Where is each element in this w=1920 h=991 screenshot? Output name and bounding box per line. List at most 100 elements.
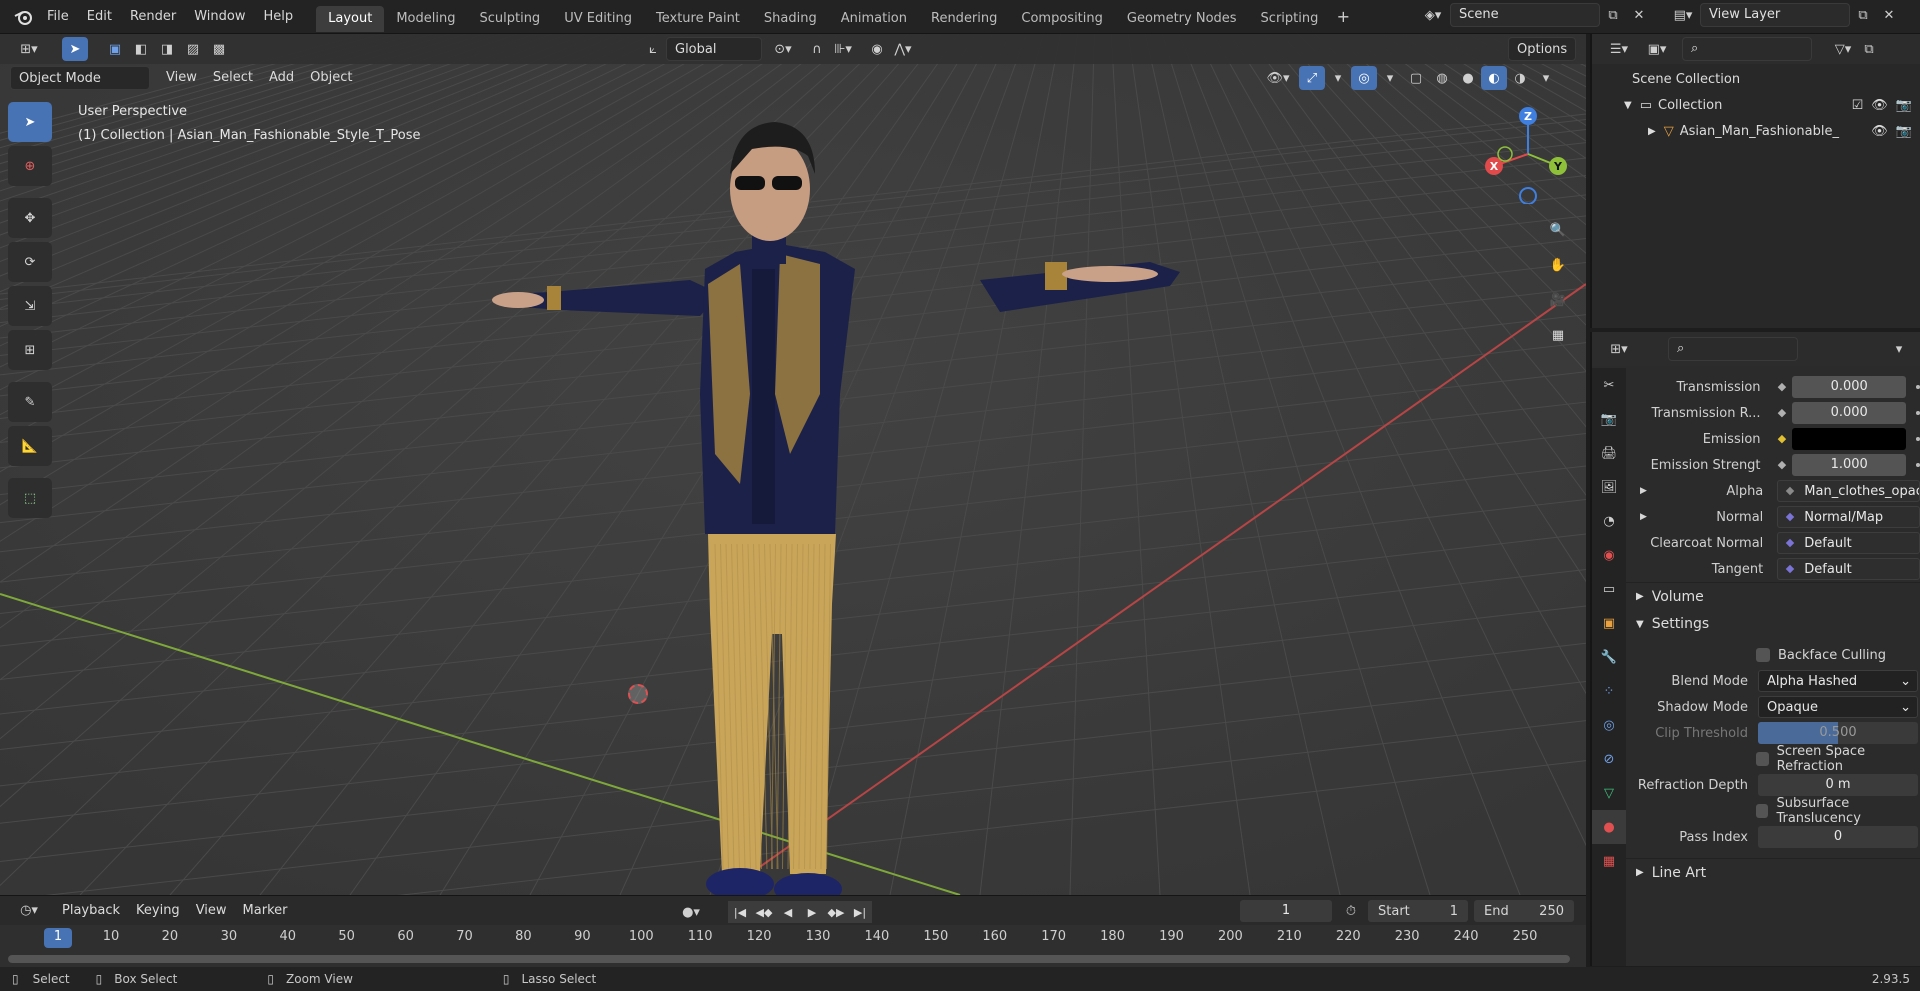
object-visibility-eye-icon[interactable]: 👁 <box>1871 124 1888 139</box>
pan-hand-icon[interactable]: ✋ <box>1542 249 1574 281</box>
ssr-checkbox[interactable] <box>1756 752 1769 766</box>
object-menu[interactable]: Object <box>302 66 360 90</box>
menu-window[interactable]: Window <box>185 0 254 34</box>
jump-end-icon[interactable]: ▶| <box>848 901 872 923</box>
keyframe-dot-icon[interactable] <box>1777 408 1786 418</box>
add-cube-tool-icon[interactable]: ⬚ <box>8 478 52 518</box>
section-settings[interactable]: ▼ Settings <box>1626 610 1920 638</box>
tab-animation[interactable]: Animation <box>829 6 919 32</box>
properties-search-field[interactable]: ⌕ <box>1668 337 1798 361</box>
shadow-mode-dropdown[interactable]: Opaque ⌄ <box>1758 696 1918 718</box>
outliner-collection[interactable]: ▼ ▭ Collection ☑ 👁 📷 <box>1592 92 1920 118</box>
normal-link-field[interactable]: Normal/Map <box>1777 506 1920 528</box>
tab-geometry-nodes[interactable]: Geometry Nodes <box>1115 6 1249 32</box>
cursor-tool-icon[interactable]: ⊕ <box>8 146 52 186</box>
alpha-link-field[interactable]: Man_clothes_opacit... <box>1777 480 1920 502</box>
scrollbar-thumb[interactable] <box>8 955 1570 963</box>
marker-menu[interactable]: Marker <box>235 899 296 923</box>
scene-tab-icon[interactable]: ◔ <box>1592 504 1626 538</box>
tab-modeling[interactable]: Modeling <box>384 6 467 32</box>
select-menu[interactable]: Select <box>205 66 261 90</box>
render-tab-icon[interactable]: 📷 <box>1592 402 1626 436</box>
scene-name-field[interactable]: Scene <box>1450 3 1600 27</box>
pivot-point-icon[interactable]: ⊙▾ <box>770 37 796 61</box>
ssr-row[interactable]: Screen Space Refraction <box>1626 744 1920 774</box>
material-shading-icon[interactable]: ◐ <box>1481 66 1507 90</box>
object-tab-icon[interactable]: ▣ <box>1592 606 1626 640</box>
solid-shading-icon[interactable]: ● <box>1455 66 1481 90</box>
emission-strength-field[interactable]: 1.000 <box>1792 454 1907 476</box>
tangent-field[interactable]: Default <box>1777 558 1920 580</box>
output-tab-icon[interactable]: 🖨 <box>1592 436 1626 470</box>
annotate-tool-icon[interactable]: ✎ <box>8 382 52 422</box>
backface-culling-row[interactable]: Backface Culling <box>1626 642 1920 668</box>
object-mode-dropdown[interactable]: Object Mode <box>10 66 150 90</box>
menu-edit[interactable]: Edit <box>78 0 121 34</box>
blender-logo-icon[interactable] <box>8 5 38 29</box>
material-tab-icon[interactable]: ● <box>1592 810 1626 844</box>
collection-tab-icon[interactable]: ▭ <box>1592 572 1626 606</box>
move-tool-icon[interactable]: ✥ <box>8 198 52 238</box>
visibility-icon[interactable]: 👁▾ <box>1265 66 1291 90</box>
view-layer-field[interactable]: View Layer <box>1700 3 1850 27</box>
measure-tool-icon[interactable]: 📐 <box>8 426 52 466</box>
physics-tab-icon[interactable]: ◎ <box>1592 708 1626 742</box>
stopwatch-icon[interactable]: ⏱ <box>1338 899 1364 923</box>
section-volume[interactable]: ▶ Volume <box>1626 582 1920 610</box>
play-reverse-icon[interactable]: ◀ <box>776 901 800 923</box>
texture-tab-icon[interactable]: ▦ <box>1592 844 1626 878</box>
data-tab-icon[interactable]: ▽ <box>1592 776 1626 810</box>
transmission-roughness-field[interactable]: 0.000 <box>1792 402 1907 424</box>
jump-start-icon[interactable]: |◀ <box>728 901 752 923</box>
add-workspace-icon[interactable]: + <box>1330 5 1356 29</box>
gizmo-toggle-icon[interactable]: ⤢ <box>1299 66 1325 90</box>
tab-uv-editing[interactable]: UV Editing <box>552 6 644 32</box>
properties-editor-icon[interactable]: ⊞▾ <box>1600 337 1638 361</box>
timeline-scrollbar[interactable] <box>8 955 1570 963</box>
snap-target-icon[interactable]: ⊪▾ <box>830 37 856 61</box>
snap-icon[interactable]: ∩ <box>804 37 830 61</box>
start-frame-field[interactable]: Start 1 <box>1368 900 1468 922</box>
3d-viewport[interactable]: ⊞▾ ➤ ▣ ◧ ◨ ▨ ▩ ⟀ Global ⊙▾ ∩ ⊪▾ ◉ ⋀▾ Opt… <box>0 34 1586 895</box>
outliner-search-field[interactable]: ⌕ <box>1682 37 1812 61</box>
emission-color-swatch[interactable] <box>1792 428 1907 450</box>
view-layer-icon[interactable]: ▤▾ <box>1670 3 1696 27</box>
select-invert-icon[interactable]: ▨ <box>180 37 206 61</box>
playback-menu[interactable]: Playback <box>54 899 128 923</box>
overlay-dropdown-icon[interactable]: ▾ <box>1377 66 1403 90</box>
add-menu[interactable]: Add <box>261 66 302 90</box>
clearcoat-normal-field[interactable]: Default <box>1777 532 1920 554</box>
end-frame-field[interactable]: End 250 <box>1474 900 1574 922</box>
expand-normal-icon[interactable]: ▶ <box>1640 512 1647 522</box>
timeline-view-menu[interactable]: View <box>188 899 235 923</box>
timeline-editor-icon[interactable]: ◷▾ <box>10 899 48 923</box>
shading-dropdown-icon[interactable]: ▾ <box>1533 66 1559 90</box>
particles-tab-icon[interactable]: ⁘ <box>1592 674 1626 708</box>
options-dropdown[interactable]: Options <box>1508 37 1577 61</box>
expand-alpha-icon[interactable]: ▶ <box>1640 486 1647 496</box>
navigation-gizmo[interactable]: Z X Y <box>1478 104 1578 204</box>
new-scene-icon[interactable]: ⧉ <box>1600 3 1626 27</box>
scene-icon[interactable]: ◈▾ <box>1420 3 1446 27</box>
gizmo-dropdown-icon[interactable]: ▾ <box>1325 66 1351 90</box>
outliner-object[interactable]: ▶ ▽ Asian_Man_Fashionable_ 👁 📷 <box>1592 118 1920 144</box>
exclude-checkbox-icon[interactable]: ☑ <box>1852 98 1864 113</box>
tab-scripting[interactable]: Scripting <box>1249 6 1331 32</box>
view-layer-tab-icon[interactable]: 🖼 <box>1592 470 1626 504</box>
menu-render[interactable]: Render <box>121 0 185 34</box>
tab-texture-paint[interactable]: Texture Paint <box>644 6 752 32</box>
blend-mode-dropdown[interactable]: Alpha Hashed ⌄ <box>1758 670 1918 692</box>
view-menu[interactable]: View <box>158 66 205 90</box>
visibility-eye-icon[interactable]: 👁 <box>1871 98 1888 113</box>
menu-help[interactable]: Help <box>255 0 303 34</box>
collapse-arrow-icon[interactable]: ▶ <box>1648 126 1656 137</box>
tab-sculpting[interactable]: Sculpting <box>467 6 552 32</box>
transform-orientation-dropdown[interactable]: Global <box>666 37 762 61</box>
keyframe-dot-icon[interactable] <box>1777 460 1786 470</box>
tab-rendering[interactable]: Rendering <box>919 6 1009 32</box>
constraints-tab-icon[interactable]: ⊘ <box>1592 742 1626 776</box>
transform-tool-icon[interactable]: ⊞ <box>8 330 52 370</box>
jump-keyframe-back-icon[interactable]: ◀◆ <box>752 901 776 923</box>
world-tab-icon[interactable]: ◉ <box>1592 538 1626 572</box>
object-render-camera-icon[interactable]: 📷 <box>1896 124 1912 139</box>
